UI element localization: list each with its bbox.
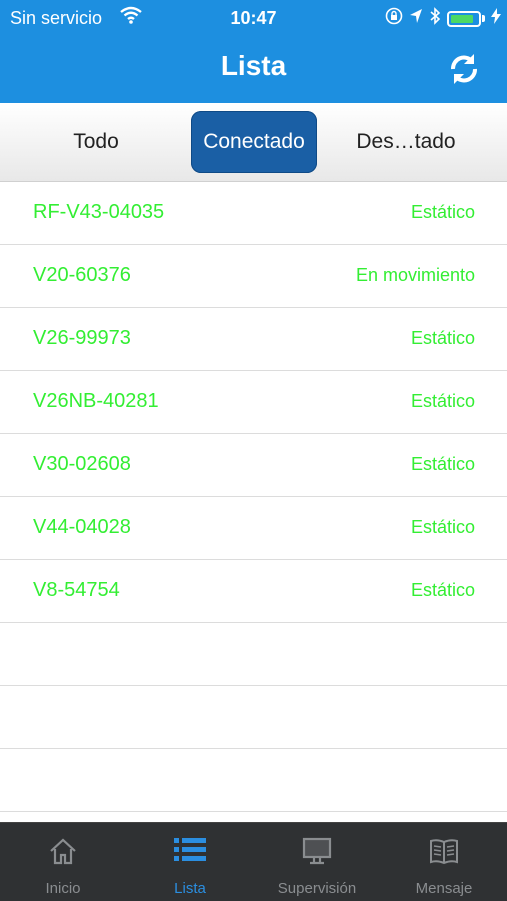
list-item[interactable]: V44-04028 Estático bbox=[0, 497, 507, 560]
book-icon bbox=[381, 835, 507, 867]
monitor-icon bbox=[254, 835, 380, 867]
device-status: Estático bbox=[410, 328, 475, 348]
list-item[interactable]: V26-99973 Estático bbox=[0, 308, 507, 371]
tab-label: Mensaje bbox=[415, 880, 473, 897]
device-status: Estático bbox=[410, 517, 475, 537]
list-item[interactable]: RF-V43-04035 Estático bbox=[0, 182, 507, 245]
device-status: Estático bbox=[410, 391, 475, 411]
refresh-button[interactable] bbox=[445, 50, 483, 88]
bluetooth-icon bbox=[429, 7, 441, 30]
device-name: V8-54754 bbox=[33, 579, 120, 601]
device-name: V44-04028 bbox=[33, 516, 131, 538]
device-status: Estático bbox=[410, 202, 475, 222]
segment-desconectado[interactable]: Des…tado bbox=[343, 111, 469, 173]
device-status: Estático bbox=[410, 580, 475, 600]
location-icon bbox=[409, 8, 423, 29]
tab-bar: Inicio Lista Supervisión Mensaje bbox=[0, 822, 507, 901]
segment-conectado[interactable]: Conectado bbox=[191, 111, 317, 173]
device-name: V30-02608 bbox=[33, 453, 131, 475]
list-item[interactable]: V20-60376 En movimiento bbox=[0, 245, 507, 308]
status-icons bbox=[385, 7, 501, 30]
tab-label: Lista bbox=[174, 880, 206, 897]
tab-label: Inicio bbox=[45, 880, 81, 897]
page-title: Lista bbox=[220, 50, 287, 81]
list-item[interactable]: V26NB-40281 Estático bbox=[0, 371, 507, 434]
list-icon bbox=[127, 835, 253, 865]
header: Sin servicio 10:47 Lista bbox=[0, 0, 507, 103]
empty-row bbox=[0, 749, 507, 812]
battery-icon bbox=[447, 10, 481, 27]
status-bar: Sin servicio 10:47 bbox=[0, 0, 507, 36]
tab-mensaje[interactable]: Mensaje bbox=[381, 823, 507, 901]
device-status: En movimiento bbox=[355, 265, 475, 285]
device-list: RF-V43-04035 Estático V20-60376 En movim… bbox=[0, 182, 507, 812]
tab-inicio[interactable]: Inicio bbox=[0, 823, 126, 901]
home-icon bbox=[0, 835, 126, 867]
list-item[interactable]: V8-54754 Estático bbox=[0, 560, 507, 623]
tab-label: Supervisión bbox=[277, 880, 357, 897]
tab-lista[interactable]: Lista bbox=[127, 823, 253, 901]
device-name: RF-V43-04035 bbox=[33, 201, 165, 223]
empty-row bbox=[0, 686, 507, 749]
segment-todo[interactable]: Todo bbox=[33, 111, 159, 173]
device-name: V26-99973 bbox=[33, 327, 131, 349]
charging-icon bbox=[491, 8, 501, 29]
tab-supervision[interactable]: Supervisión bbox=[254, 823, 380, 901]
device-name: V20-60376 bbox=[33, 264, 131, 286]
empty-row bbox=[0, 623, 507, 686]
device-name: V26NB-40281 bbox=[33, 390, 159, 412]
refresh-icon bbox=[451, 54, 477, 84]
filter-segment-bar: Todo Conectado Des…tado bbox=[0, 103, 507, 182]
orientation-lock-icon bbox=[385, 7, 403, 30]
list-item[interactable]: V30-02608 Estático bbox=[0, 434, 507, 497]
device-status: Estático bbox=[410, 454, 475, 474]
